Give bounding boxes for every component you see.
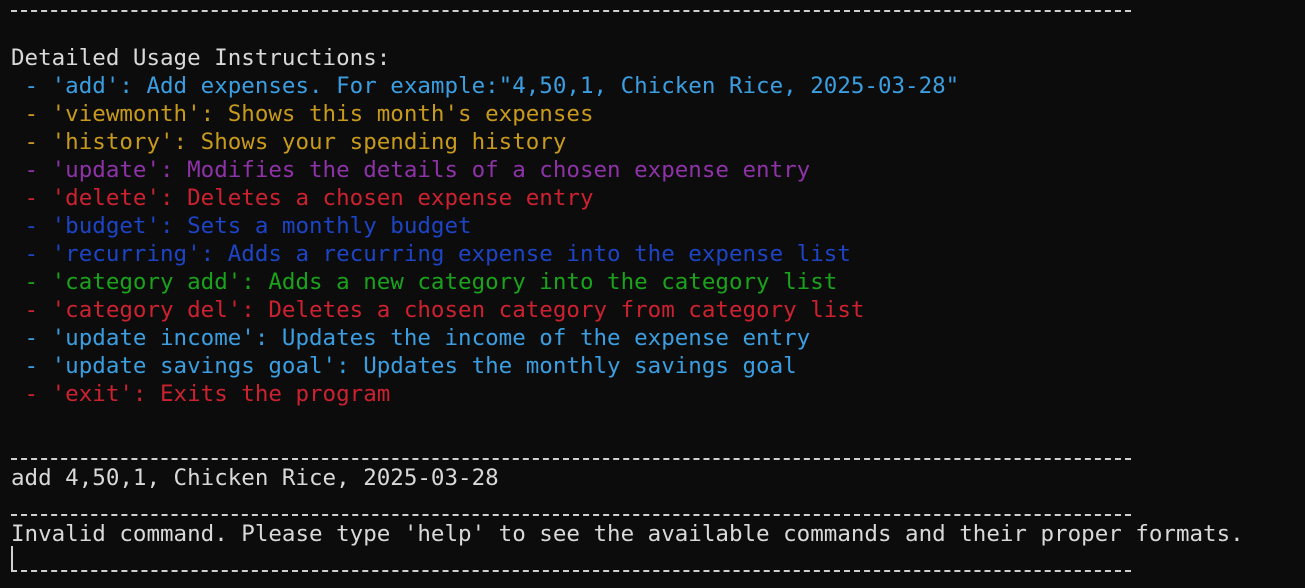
error-message: Invalid command. Please type 'help' to s… [11,521,1244,547]
instruction-line: - 'update savings goal': Updates the mon… [11,353,797,379]
separator-line [11,0,1301,16]
instruction-line: - 'category del': Deletes a chosen categ… [11,297,865,323]
instruction-line: - 'add': Add expenses. For example:"4,50… [11,73,960,99]
separator-line [11,548,1301,576]
text-cursor[interactable] [11,546,13,572]
instruction-line: - 'budget': Sets a monthly budget [11,213,472,239]
instructions-heading: Detailed Usage Instructions: [11,45,391,71]
instruction-line: - 'viewmonth': Shows this month's expens… [11,101,594,127]
separator-line [11,492,1301,520]
instructions-list: - 'add': Add expenses. For example:"4,50… [11,72,1301,408]
user-command: add 4,50,1, Chicken Rice, 2025-03-28 [11,465,499,491]
instruction-line: - 'update income': Updates the income of… [11,325,811,351]
instruction-line: - 'category add': Adds a new category in… [11,269,838,295]
separator-line [11,436,1301,464]
terminal-output: Detailed Usage Instructions: - 'add': Ad… [11,0,1301,576]
instruction-line: - 'history': Shows your spending history [11,129,567,155]
instruction-line: - 'delete': Deletes a chosen expense ent… [11,185,594,211]
instruction-line: - 'exit': Exits the program [11,381,391,407]
instruction-line: - 'update': Modifies the details of a ch… [11,157,811,183]
instruction-line: - 'recurring': Adds a recurring expense … [11,241,851,267]
